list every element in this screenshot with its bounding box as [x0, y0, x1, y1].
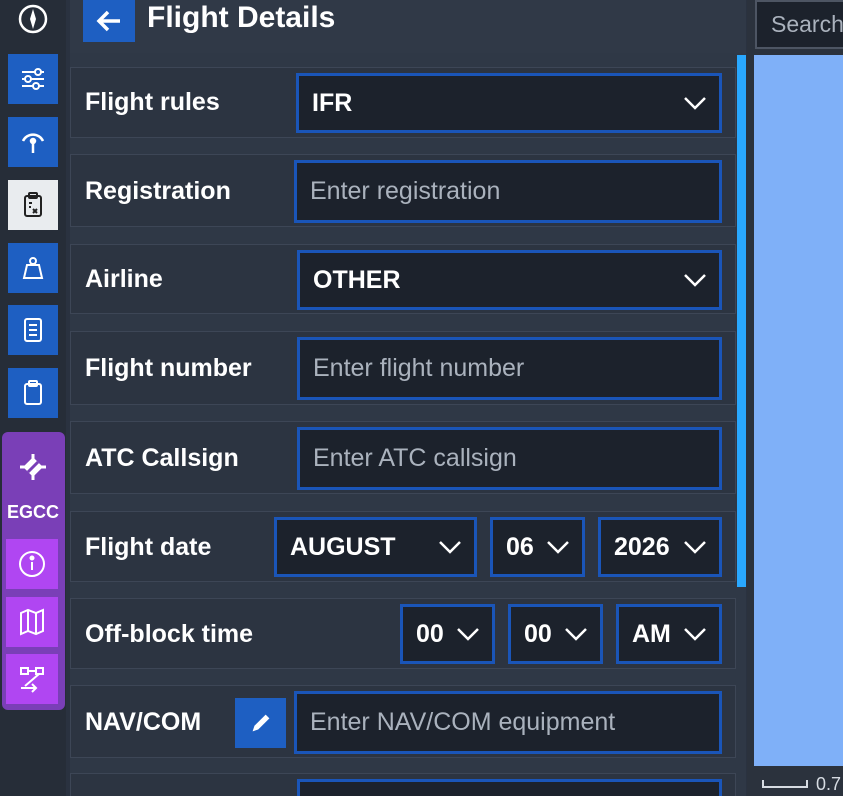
- flight-date-row: Flight date AUGUST 06 2026: [70, 511, 736, 582]
- app-root: EGCC Flight Details Flight rules IFR Reg…: [0, 0, 843, 796]
- airport-code: EGCC: [6, 502, 59, 522]
- sliders-icon[interactable]: [8, 54, 58, 104]
- pencil-icon: [252, 714, 269, 732]
- compass-icon[interactable]: [8, 0, 58, 44]
- chevron-down-icon: [565, 628, 587, 641]
- nav-com-placeholder: Enter NAV/COM equipment: [310, 708, 616, 736]
- weight-icon[interactable]: [8, 243, 58, 293]
- flight-details-panel: Flight Details Flight rules IFR Registra…: [70, 0, 746, 796]
- map-icon[interactable]: [6, 597, 58, 647]
- month-select[interactable]: AUGUST: [274, 517, 477, 577]
- atc-callsign-placeholder: Enter ATC callsign: [313, 444, 517, 472]
- runway-icon[interactable]: [8, 442, 58, 492]
- airline-label: Airline: [85, 265, 163, 293]
- chevron-down-icon: [684, 274, 706, 287]
- nav-com-label: NAV/COM: [85, 708, 202, 736]
- registration-label: Registration: [85, 177, 231, 205]
- atc-callsign-row: ATC Callsign Enter ATC callsign: [70, 421, 736, 494]
- chevron-down-icon: [439, 541, 461, 554]
- flight-rules-value: IFR: [312, 88, 353, 117]
- chevron-down-icon: [684, 97, 706, 110]
- map-area[interactable]: Search 0.7: [747, 0, 843, 796]
- flight-number-placeholder: Enter flight number: [313, 354, 525, 382]
- map-divider: [747, 55, 754, 796]
- chevron-down-icon: [547, 541, 569, 554]
- registration-input[interactable]: Enter registration: [294, 160, 722, 223]
- clipboard-icon[interactable]: [8, 368, 58, 418]
- airline-value: OTHER: [313, 265, 401, 294]
- panel-header: Flight Details: [70, 0, 746, 53]
- search-input[interactable]: Search: [755, 0, 843, 49]
- airline-select[interactable]: OTHER: [297, 250, 722, 310]
- day-value: 06: [506, 532, 534, 561]
- gauge-icon[interactable]: [8, 117, 58, 167]
- chevron-down-icon: [684, 628, 706, 641]
- flight-date-label: Flight date: [85, 533, 212, 561]
- route-icon[interactable]: [6, 654, 58, 704]
- map-topbar: Search: [747, 0, 843, 55]
- hour-select[interactable]: 00: [400, 604, 495, 664]
- page-title: Flight Details: [147, 1, 336, 34]
- back-button[interactable]: [83, 0, 135, 42]
- ampm-value: AM: [632, 619, 671, 648]
- atc-callsign-label: ATC Callsign: [85, 444, 239, 472]
- minute-value: 00: [524, 619, 552, 648]
- left-rail: EGCC: [0, 0, 66, 796]
- off-block-time-row: Off-block time 00 00 AM: [70, 598, 736, 669]
- next-row-partial: [70, 773, 736, 796]
- off-block-time-label: Off-block time: [85, 620, 254, 648]
- flight-rules-label: Flight rules: [85, 88, 220, 116]
- flight-rules-row: Flight rules IFR: [70, 67, 736, 138]
- scale-bar: 0.7: [754, 766, 843, 796]
- clipboard-x-icon[interactable]: [8, 180, 58, 230]
- document-icon[interactable]: [8, 305, 58, 355]
- flight-rules-select[interactable]: IFR: [296, 73, 722, 133]
- edit-nav-com-button[interactable]: [235, 698, 286, 748]
- chevron-down-icon: [457, 628, 479, 641]
- flight-number-input[interactable]: Enter flight number: [297, 337, 722, 400]
- atc-callsign-input[interactable]: Enter ATC callsign: [297, 427, 722, 490]
- chevron-down-icon: [684, 541, 706, 554]
- registration-row: Registration Enter registration: [70, 154, 736, 227]
- month-value: AUGUST: [290, 532, 396, 561]
- registration-placeholder: Enter registration: [310, 177, 501, 205]
- arrow-left-icon: [96, 10, 120, 32]
- scale-line: [762, 780, 808, 788]
- next-field-partial[interactable]: [297, 779, 722, 796]
- hour-value: 00: [416, 619, 444, 648]
- scale-text: 0.7: [816, 774, 842, 794]
- airline-row: Airline OTHER: [70, 244, 736, 314]
- nav-com-row: NAV/COM Enter NAV/COM equipment: [70, 685, 736, 758]
- year-select[interactable]: 2026: [598, 517, 722, 577]
- info-icon[interactable]: [6, 539, 58, 589]
- scroll-indicator[interactable]: [737, 55, 746, 587]
- flight-number-row: Flight number Enter flight number: [70, 331, 736, 405]
- minute-select[interactable]: 00: [508, 604, 603, 664]
- day-select[interactable]: 06: [490, 517, 585, 577]
- ampm-select[interactable]: AM: [616, 604, 722, 664]
- year-value: 2026: [614, 532, 670, 561]
- nav-com-input[interactable]: Enter NAV/COM equipment: [294, 691, 722, 754]
- flight-number-label: Flight number: [85, 354, 252, 382]
